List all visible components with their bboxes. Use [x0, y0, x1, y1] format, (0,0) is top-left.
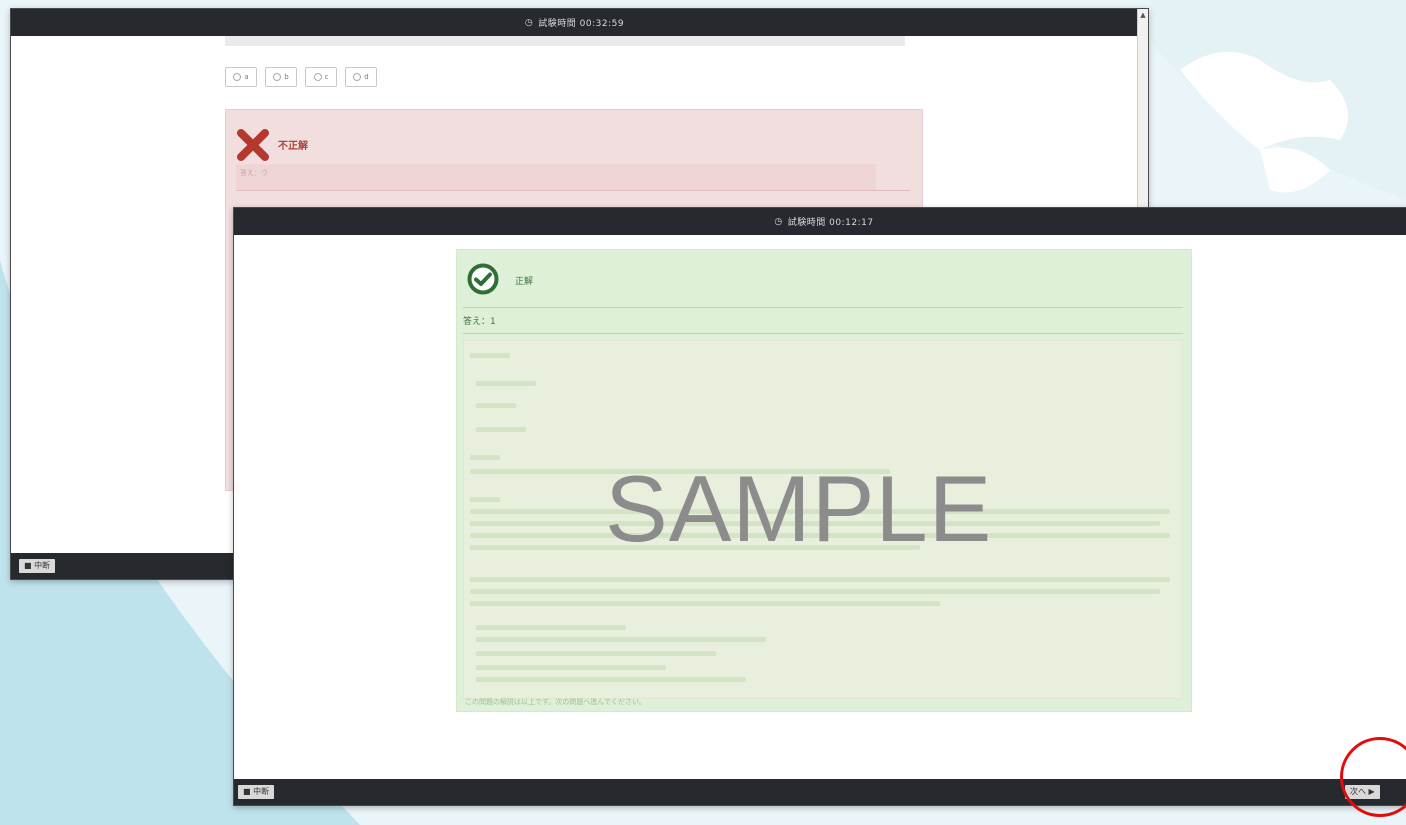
answer-text: 答え：1	[463, 317, 496, 327]
choice-a[interactable]: a	[225, 67, 257, 87]
previous-question-strip	[225, 36, 905, 46]
scroll-up-icon[interactable]: ▲	[1139, 11, 1147, 19]
divider	[236, 190, 910, 191]
text-line	[476, 665, 666, 670]
front-title-bar: ◷ 試験時間 00:12:17	[234, 208, 1406, 235]
back-title-bar: ◷ 試験時間 00:32:59	[11, 9, 1138, 36]
text-line	[470, 577, 1170, 582]
back-timer-text: 試験時間 00:32:59	[538, 19, 625, 29]
suspend-button[interactable]: ■ 中断	[19, 559, 56, 573]
text-line	[476, 625, 626, 630]
text-line	[476, 427, 526, 432]
suspend-button[interactable]: ■ 中断	[238, 785, 275, 799]
text-line	[470, 353, 510, 358]
incorrect-answer-text: 答え：ウ	[236, 164, 876, 190]
text-line	[470, 601, 940, 606]
clock-icon: ◷	[524, 17, 534, 28]
cross-icon	[237, 129, 269, 161]
sample-watermark: SAMPLE	[605, 456, 993, 561]
front-footer-bar: ■ 中断 次へ ▶	[234, 779, 1406, 805]
radio-icon	[233, 73, 242, 81]
check-circle-icon	[467, 263, 499, 295]
correct-label: 正解	[515, 277, 534, 287]
text-line	[476, 677, 746, 682]
answer-choices: a b c d	[225, 67, 377, 87]
text-line	[470, 455, 500, 460]
text-line	[470, 497, 500, 502]
choice-c[interactable]: c	[305, 67, 337, 87]
divider	[463, 333, 1183, 334]
front-timer-text: 試験時間 00:12:17	[787, 218, 874, 228]
text-line	[470, 589, 1160, 594]
choice-d[interactable]: d	[345, 67, 377, 87]
text-line	[476, 403, 516, 408]
text-line	[476, 637, 766, 642]
divider	[463, 307, 1183, 308]
explanation-footer-text: この問題の解説は以上です。次の問題へ進んでください。	[465, 698, 646, 706]
incorrect-label: 不正解	[278, 141, 308, 152]
clock-icon: ◷	[774, 216, 783, 227]
text-line	[476, 381, 536, 386]
radio-icon	[353, 73, 362, 81]
text-line	[476, 651, 716, 656]
radio-icon	[313, 73, 322, 81]
radio-icon	[273, 73, 282, 81]
choice-b[interactable]: b	[265, 67, 297, 87]
